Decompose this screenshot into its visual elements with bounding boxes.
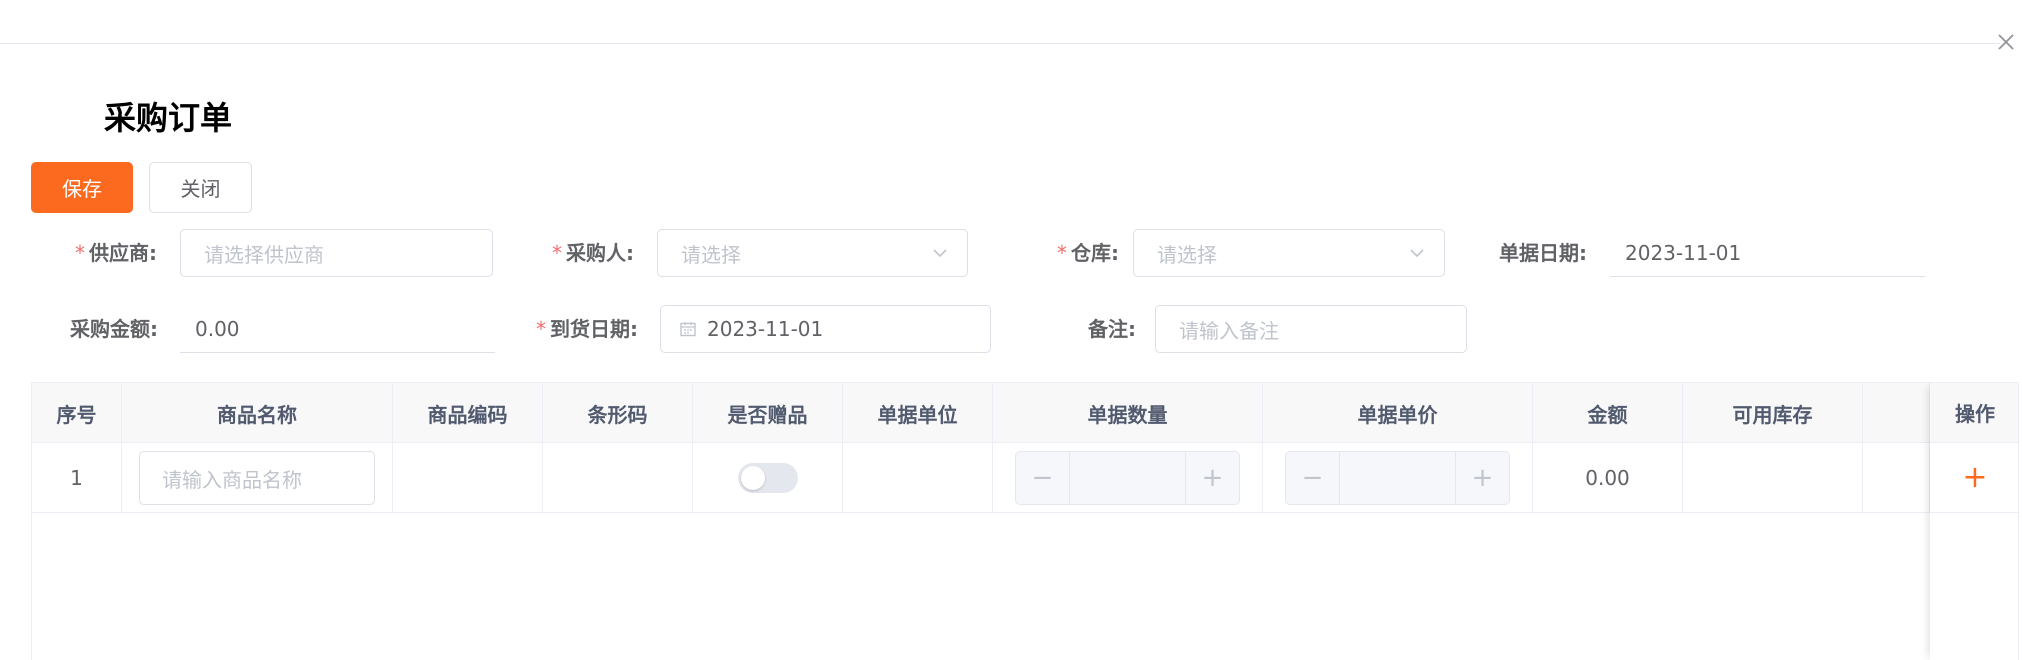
product-name-input[interactable]: 请输入商品名称 — [139, 451, 375, 505]
column-header: 是否赠品 — [693, 383, 843, 443]
quantity-input[interactable] — [1070, 452, 1185, 504]
quantity-cell: − + — [993, 443, 1263, 513]
arrival-date-label: * 到货日期: — [536, 317, 638, 341]
purchaser-select[interactable]: 请选择 — [657, 229, 968, 277]
price-input[interactable] — [1340, 452, 1455, 504]
order-items-table: 序号 商品名称 商品编码 条形码 是否赠品 单据单位 单据数量 单据单价 金额 … — [31, 382, 2019, 660]
remark-input[interactable]: 请输入备注 — [1155, 305, 1467, 353]
close-icon[interactable] — [1995, 31, 2017, 53]
purchaser-label: * 采购人: — [552, 241, 634, 265]
column-header: 商品编码 — [393, 383, 543, 443]
barcode-cell — [543, 443, 693, 513]
page-title: 采购订单 — [104, 99, 233, 137]
required-mark: * — [75, 241, 85, 265]
operation-column: 操作 + — [1930, 383, 2018, 660]
plus-icon[interactable]: + — [1185, 452, 1239, 504]
column-header: 单据单价 — [1263, 383, 1533, 443]
doc-date-field: 2023-11-01 — [1610, 229, 1925, 277]
price-cell: − + — [1263, 443, 1533, 513]
supplier-select[interactable]: 请选择供应商 — [180, 229, 493, 277]
gift-toggle[interactable] — [737, 463, 798, 493]
product-code-cell — [393, 443, 543, 513]
close-button[interactable]: 关闭 — [149, 162, 252, 213]
column-header: 单据单位 — [843, 383, 993, 443]
stock-cell — [1683, 443, 1863, 513]
row-index: 1 — [32, 443, 122, 513]
amount-cell: 0.00 — [1533, 443, 1683, 513]
table-header: 序号 商品名称 商品编码 条形码 是否赠品 单据单位 单据数量 单据单价 金额 … — [32, 383, 2018, 443]
column-header: 金额 — [1533, 383, 1683, 443]
plus-icon[interactable]: + — [1962, 462, 1987, 493]
column-header: 序号 — [32, 383, 122, 443]
supplier-label: * 供应商: — [75, 241, 157, 265]
column-header: 条形码 — [543, 383, 693, 443]
chevron-down-icon — [1410, 249, 1424, 258]
table-row: 1 请输入商品名称 − + − + 0.00 — [32, 443, 2018, 513]
plus-icon[interactable]: + — [1455, 452, 1509, 504]
warehouse-label: * 仓库: — [1057, 241, 1119, 265]
chevron-down-icon — [933, 249, 947, 258]
save-button[interactable]: 保存 — [31, 162, 133, 213]
operation-cell: + — [1930, 443, 2018, 513]
required-mark: * — [552, 241, 562, 265]
minus-icon[interactable]: − — [1016, 452, 1070, 504]
header-divider — [0, 43, 2000, 44]
quantity-stepper[interactable]: − + — [1015, 451, 1240, 505]
remark-label: 备注: — [1088, 317, 1136, 341]
toggle-knob — [740, 466, 765, 490]
column-header: 商品名称 — [122, 383, 393, 443]
gift-cell — [693, 443, 843, 513]
required-mark: * — [1057, 241, 1067, 265]
doc-date-label: 单据日期: — [1499, 241, 1587, 265]
minus-icon[interactable]: − — [1286, 452, 1340, 504]
required-mark: * — [536, 317, 546, 341]
column-header-spacer — [1863, 383, 1930, 443]
column-header: 可用库存 — [1683, 383, 1863, 443]
purchase-order-page: 采购订单 保存 关闭 * 供应商: 请选择供应商 * 采购人: 请选择 * 仓库: 请… — [0, 0, 2022, 660]
amount-field: 0.00 — [180, 305, 495, 353]
column-header: 单据数量 — [993, 383, 1263, 443]
amount-label: 采购金额: — [70, 317, 158, 341]
product-name-cell: 请输入商品名称 — [122, 443, 393, 513]
calendar-icon — [680, 322, 696, 337]
column-header: 操作 — [1930, 383, 2018, 443]
arrival-date-picker[interactable]: 2023-11-01 — [660, 305, 991, 353]
price-stepper[interactable]: − + — [1285, 451, 1510, 505]
spacer-cell — [1863, 443, 1930, 513]
unit-cell — [843, 443, 993, 513]
warehouse-select[interactable]: 请选择 — [1133, 229, 1445, 277]
